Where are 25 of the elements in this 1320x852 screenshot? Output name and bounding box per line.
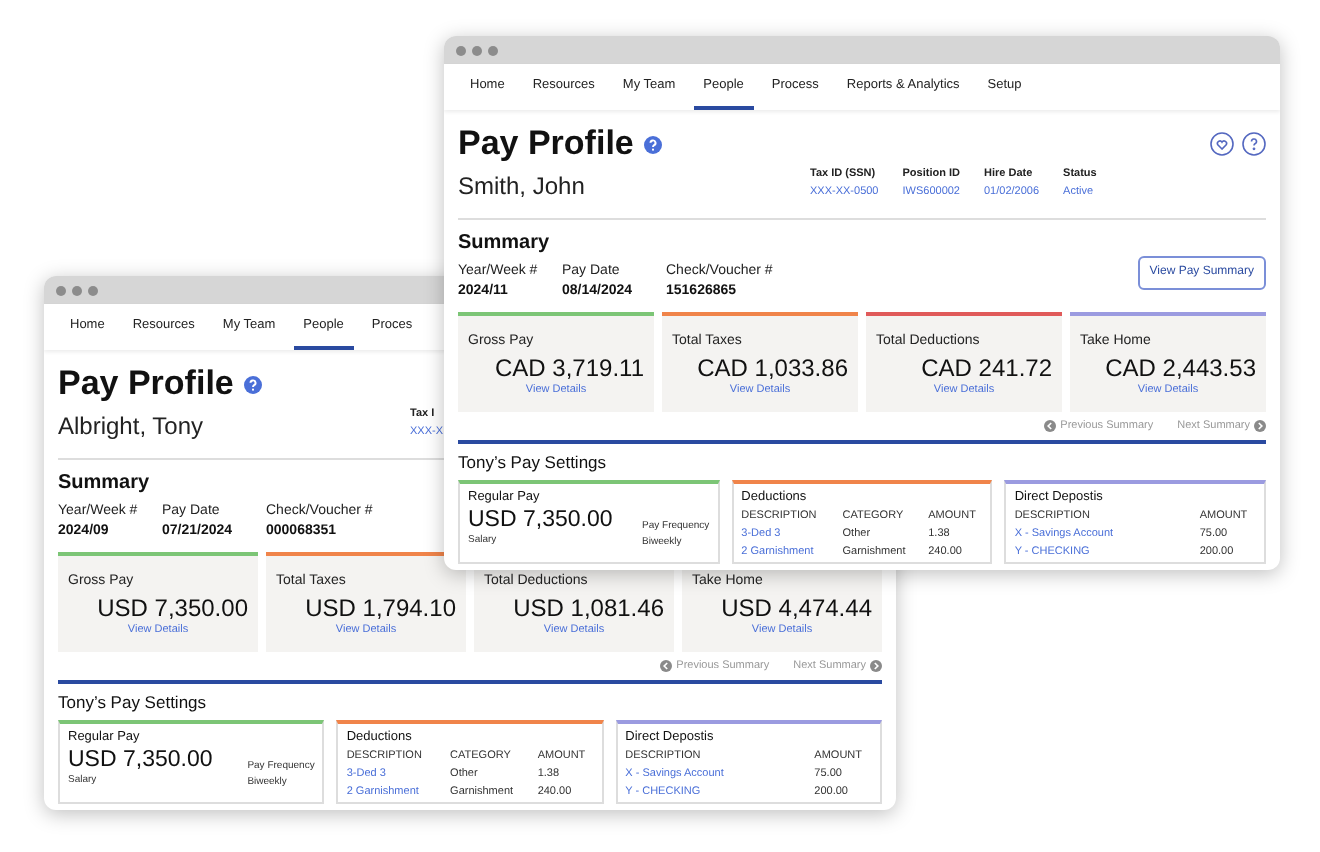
card-amount: USD 7,350.00	[468, 506, 613, 534]
card-amount: USD 4,474.44	[721, 593, 872, 621]
help-icon[interactable]	[243, 375, 262, 393]
page-title: Pay Profile	[458, 122, 634, 166]
card-amount: CAD 241.72	[921, 353, 1052, 381]
left-arrow-icon	[660, 660, 673, 673]
card-amount: USD 7,350.00	[97, 593, 248, 621]
card-amount: USD 7,350.00	[68, 746, 213, 774]
section-heading: Tony’s Pay Settings	[58, 692, 209, 715]
right-arrow-icon	[870, 660, 882, 673]
employee-name: Smith, John	[458, 170, 587, 202]
card-amount: CAD 3,719.11	[495, 353, 644, 381]
card-amount: USD 1,081.46	[513, 593, 664, 621]
section-heading: Summary	[58, 470, 152, 496]
help-icon[interactable]	[643, 135, 662, 153]
right-arrow-icon	[1254, 420, 1266, 433]
employee-name: Albright, Tony	[58, 410, 205, 442]
page-title: Pay Profile	[58, 362, 234, 406]
card-amount: USD 1,794.10	[305, 593, 456, 621]
section-heading: Summary	[458, 230, 552, 256]
card-amount: CAD 1,033.86	[697, 353, 848, 381]
card-amount: CAD 2,443.53	[1105, 353, 1256, 381]
left-arrow-icon	[1044, 420, 1057, 433]
help-icon[interactable]	[1242, 132, 1266, 156]
section-heading: Tony’s Pay Settings	[458, 452, 609, 475]
